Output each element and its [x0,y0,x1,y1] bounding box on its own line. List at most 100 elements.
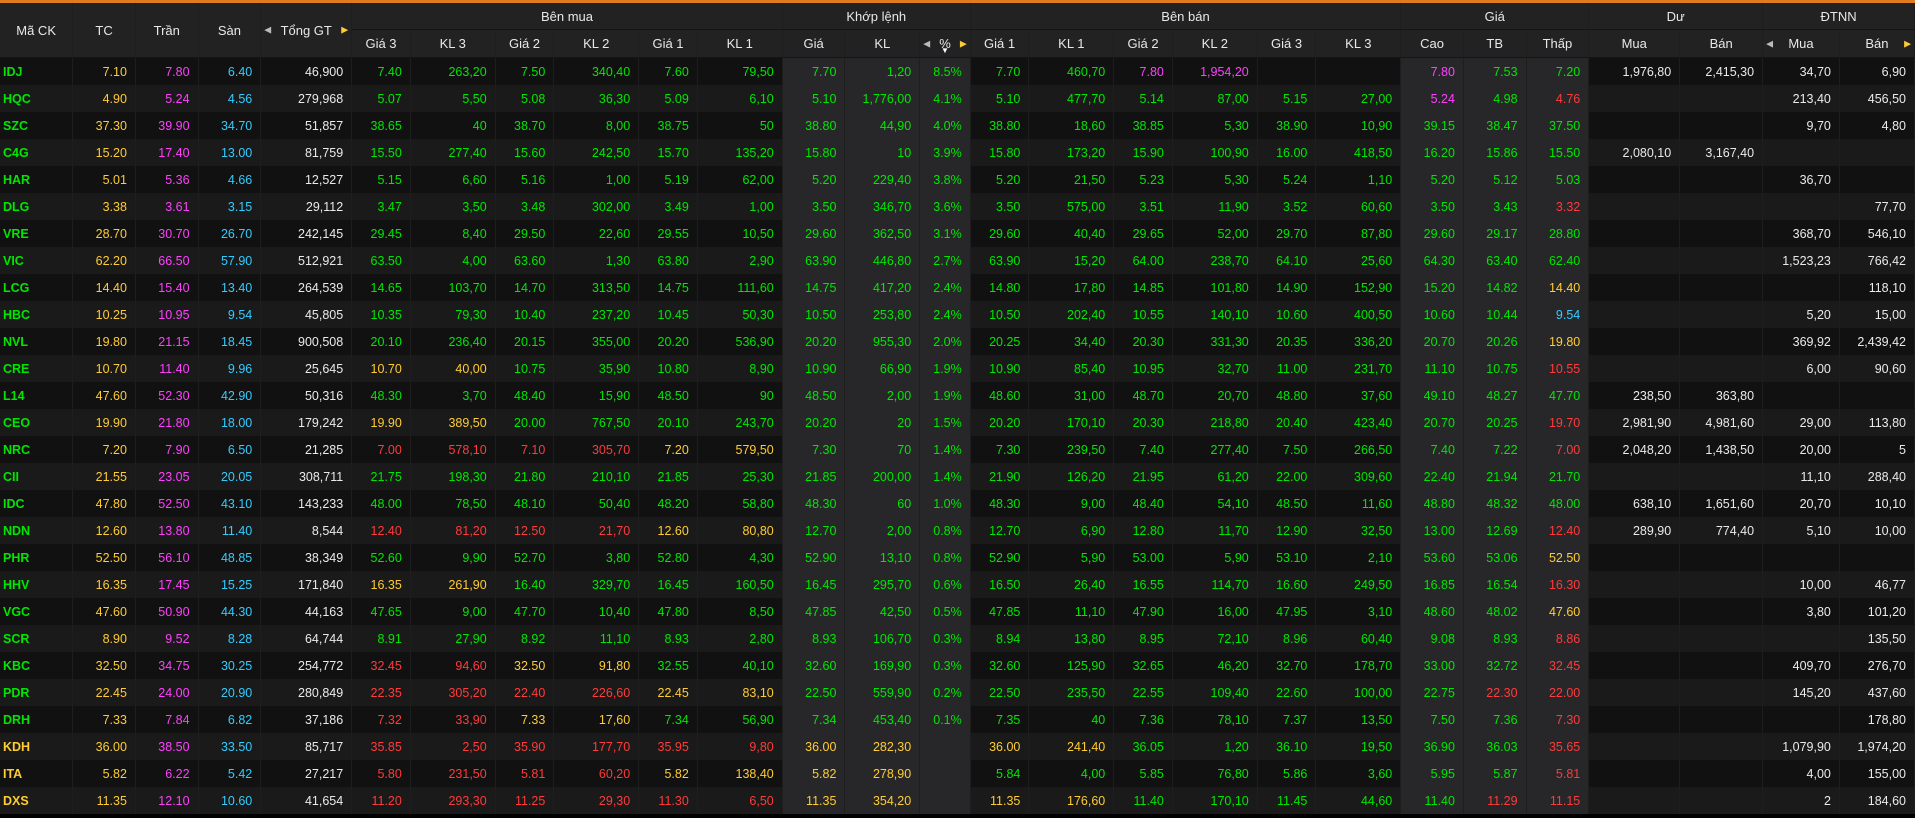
col-sell-vol-3[interactable]: KL 3 [1315,29,1402,58]
col-buy-vol-1[interactable]: KL 1 [697,29,783,58]
arrow-right-icon[interactable]: ▶ [341,25,348,36]
col-high[interactable]: Cao [1400,29,1464,58]
table-row[interactable]: NVL 19.80 21.15 18.45 900,508 20.10 236,40 20.1… [0,328,1915,355]
table-row[interactable]: NDN 12.60 13.80 11.40 8,544 12.40 81,20 12.50 21… [0,517,1915,544]
col-foreign-buy[interactable]: ◀ Mua [1762,29,1840,58]
table-row[interactable]: SCR 8.90 9.52 8.28 64,744 8.91 27,90 8.92 11,10 8… [0,625,1915,652]
col-total[interactable]: ◀ Tổng GT ▶ [260,3,353,58]
symbol-cell[interactable]: SCR [0,625,74,652]
col-match-vol[interactable]: KL [844,29,921,58]
table-row[interactable]: C4G 15.20 17.40 13.00 81,759 15.50 277,40 15.60… [0,139,1915,166]
symbol-cell[interactable]: PHR [0,544,74,571]
symbol-cell[interactable]: DRH [0,706,74,733]
table-row[interactable]: PDR 22.45 24.00 20.90 280,849 22.35 305,20 22.4… [0,679,1915,706]
table-row[interactable]: VIC 62.20 66.50 57.90 512,921 63.50 4,00 63.60 1… [0,247,1915,274]
symbol-cell[interactable]: CEO [0,409,74,436]
table-row[interactable]: HHV 16.35 17.45 15.25 171,840 16.35 261,90 16.4… [0,571,1915,598]
col-sell-price-2[interactable]: Giá 2 [1113,29,1173,58]
symbol-cell[interactable]: ITA [0,760,74,787]
col-sell-price-1[interactable]: Giá 1 [970,29,1030,58]
buy-price-1-cell: 29.55 [638,220,698,247]
symbol-cell[interactable]: DLG [0,193,74,220]
ref-price-cell: 62.20 [72,247,136,274]
col-ref[interactable]: TC [72,3,136,58]
symbol-cell[interactable]: C4G [0,139,74,166]
symbol-cell[interactable]: HBC [0,301,74,328]
symbol-cell[interactable]: NDN [0,517,74,544]
col-symbol[interactable]: Mã CK [0,3,74,58]
col-buy-price-3[interactable]: Giá 3 [351,29,411,58]
col-foreign-sell[interactable]: Bán ▶ [1839,29,1915,58]
col-surplus-sell[interactable]: Bán [1679,29,1764,58]
col-sell-price-3[interactable]: Giá 3 [1257,29,1317,58]
arrow-right-icon[interactable]: ▶ [1904,38,1911,49]
match-price-cell: 3.50 [782,193,846,220]
col-match-price[interactable]: Giá [782,29,846,58]
table-row[interactable]: PHR 52.50 56.10 48.85 38,349 52.60 9,90 52.70 3,… [0,544,1915,571]
low-price-cell: 47.70 [1526,382,1590,409]
symbol-cell[interactable]: HAR [0,166,74,193]
symbol-cell[interactable]: VRE [0,220,74,247]
symbol-cell[interactable]: HHV [0,571,74,598]
symbol-cell[interactable]: CRE [0,355,74,382]
low-price-cell: 32.45 [1526,652,1590,679]
arrow-left-icon[interactable]: ◀ [923,38,930,49]
table-row[interactable]: ITA 5.82 6.22 5.42 27,217 5.80 231,50 5.81 60,20… [0,760,1915,787]
table-row[interactable]: L14 47.60 52.30 42.90 50,316 48.30 3,70 48.40 15… [0,382,1915,409]
ref-price-cell: 47.60 [72,382,136,409]
table-row[interactable]: NRC 7.20 7.90 6.50 21,285 7.00 578,10 7.10 305,7… [0,436,1915,463]
col-surplus-buy[interactable]: Mua [1588,29,1681,58]
symbol-cell[interactable]: VGC [0,598,74,625]
col-match-pct[interactable]: ◀% ▶ ▼ [919,29,971,58]
arrow-left-icon[interactable]: ◀ [1766,38,1773,49]
foreign-sell-cell: 15,00 [1839,301,1915,328]
table-row[interactable]: VRE 28.70 30.70 26.70 242,145 29.45 8,40 29.50 2… [0,220,1915,247]
col-avg[interactable]: TB [1463,29,1527,58]
table-row[interactable]: KBC 32.50 34.75 30.25 254,772 32.45 94,60 32.50… [0,652,1915,679]
symbol-cell[interactable]: IDJ [0,57,74,85]
col-buy-price-2[interactable]: Giá 2 [495,29,555,58]
symbol-cell[interactable]: PDR [0,679,74,706]
arrow-right-icon[interactable]: ▶ [960,38,967,49]
table-row[interactable]: IDJ 7.10 7.80 6.40 46,900 7.40 263,20 7.50 340,4… [0,57,1915,85]
symbol-cell[interactable]: HQC [0,85,74,112]
symbol-cell[interactable]: IDC [0,490,74,517]
table-row[interactable]: DXS 11.35 12.10 10.60 41,654 11.20 293,30 11.25… [0,787,1915,814]
col-buy-vol-3[interactable]: KL 3 [410,29,496,58]
col-buy-vol-2[interactable]: KL 2 [553,29,640,58]
symbol-cell[interactable]: CII [0,463,74,490]
symbol-cell[interactable]: KDH [0,733,74,760]
symbol-cell[interactable]: NVL [0,328,74,355]
table-row[interactable]: LCG 14.40 15.40 13.40 264,539 14.65 103,70 14.7… [0,274,1915,301]
arrow-left-icon[interactable]: ◀ [264,25,271,36]
table-row[interactable]: CEO 19.90 21.80 18.00 179,242 19.90 389,50 20.0… [0,409,1915,436]
table-row[interactable]: DLG 3.38 3.61 3.15 29,112 3.47 3,50 3.48 302,00 3… [0,193,1915,220]
table-row[interactable]: HBC 10.25 10.95 9.54 45,805 10.35 79,30 10.40 23… [0,301,1915,328]
col-buy-price-1[interactable]: Giá 1 [638,29,698,58]
symbol-cell[interactable]: DXS [0,787,74,814]
table-row[interactable]: IDC 47.80 52.50 43.10 143,233 48.00 78,50 48.10… [0,490,1915,517]
symbol-cell[interactable]: SZC [0,112,74,139]
table-row[interactable]: HQC 4.90 5.24 4.56 279,968 5.07 5,50 5.08 36,30 5… [0,85,1915,112]
col-sell-vol-1[interactable]: KL 1 [1028,29,1115,58]
table-row[interactable]: SZC 37.30 39.90 34.70 51,857 38.65 40 38.70 8,00… [0,112,1915,139]
symbol-cell[interactable]: L14 [0,382,74,409]
symbol-cell[interactable]: NRC [0,436,74,463]
ceil-price-cell: 24.00 [135,679,199,706]
col-ceil[interactable]: Trần [135,3,199,58]
table-row[interactable]: VGC 47.60 50.90 44.30 44,163 47.65 9,00 47.70 10… [0,598,1915,625]
match-vol-cell: 200,00 [844,463,921,490]
table-row[interactable]: CII 21.55 23.05 20.05 308,711 21.75 198,30 21.8… [0,463,1915,490]
table-row[interactable]: DRH 7.33 7.84 6.82 37,186 7.32 33,90 7.33 17,60 7… [0,706,1915,733]
col-low[interactable]: Thấp [1526,29,1590,58]
col-floor[interactable]: Sàn [198,3,262,58]
sell-vol-1-cell: 18,60 [1028,112,1115,139]
match-pct-cell: 3.8% [919,166,971,193]
table-row[interactable]: HAR 5.01 5.36 4.66 12,527 5.15 6,60 5.16 1,00 5.1… [0,166,1915,193]
symbol-cell[interactable]: LCG [0,274,74,301]
table-row[interactable]: CRE 10.70 11.40 9.96 25,645 10.70 40,00 10.75 35… [0,355,1915,382]
symbol-cell[interactable]: VIC [0,247,74,274]
table-row[interactable]: KDH 36.00 38.50 33.50 85,717 35.85 2,50 35.90 17… [0,733,1915,760]
symbol-cell[interactable]: KBC [0,652,74,679]
col-sell-vol-2[interactable]: KL 2 [1172,29,1258,58]
